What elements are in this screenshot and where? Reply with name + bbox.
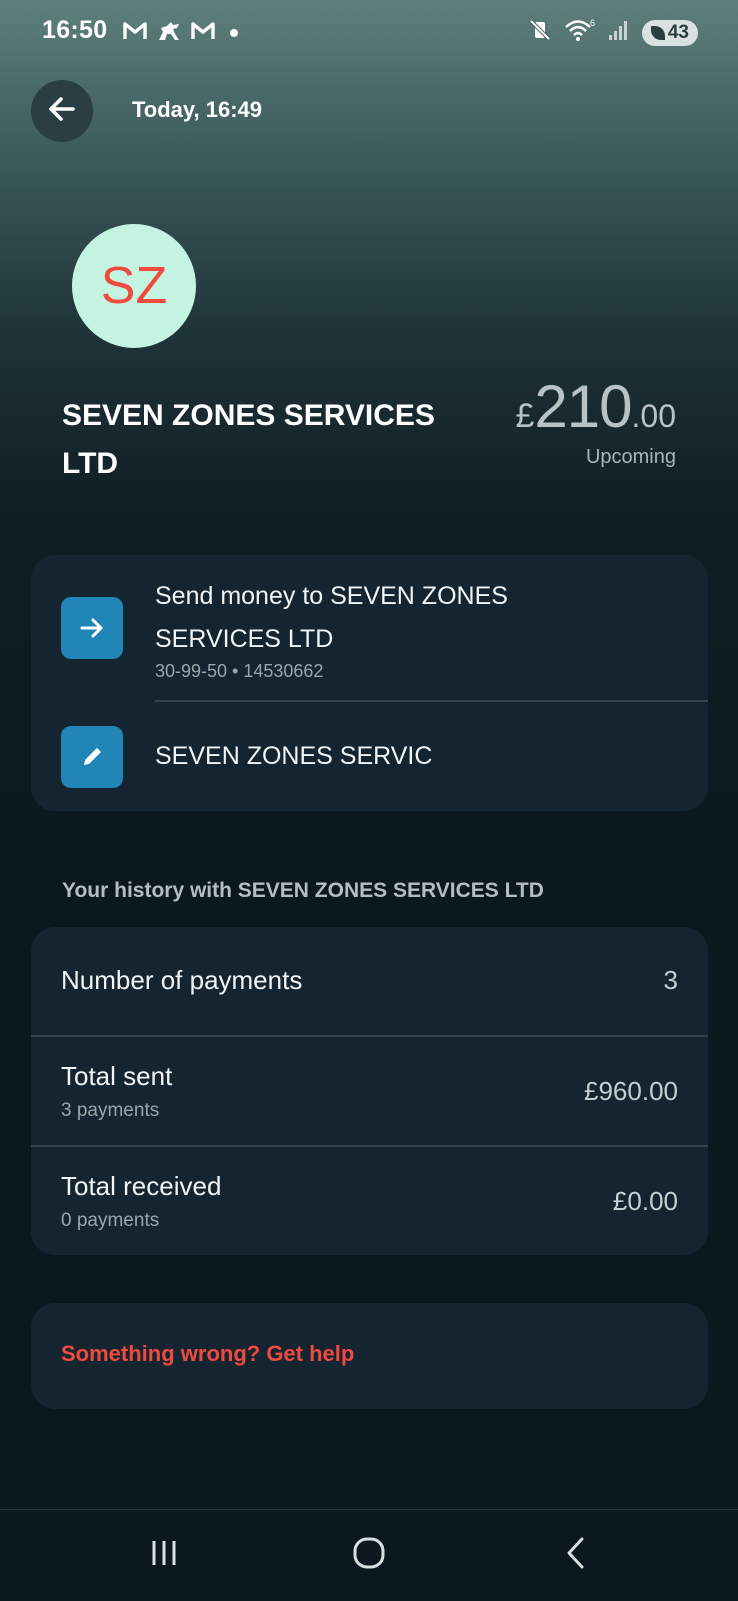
history-card: Number of payments 3 Total sent 3 paymen… xyxy=(31,927,708,1255)
history-row-sub: 3 payments xyxy=(61,1100,160,1121)
horse-icon xyxy=(155,20,183,47)
dot-icon xyxy=(229,25,239,43)
history-row-sub: 0 payments xyxy=(61,1210,160,1231)
nav-back-button[interactable] xyxy=(537,1530,617,1580)
wifi-6-icon: 6 xyxy=(564,18,596,47)
battery-level: 43 xyxy=(667,21,689,43)
divider xyxy=(31,1035,708,1037)
signal-icon xyxy=(608,19,630,46)
history-row-value: £960.00 xyxy=(584,1076,678,1106)
help-card: Something wrong? Get help xyxy=(31,1303,708,1409)
history-heading: Your history with SEVEN ZONES SERVICES L… xyxy=(62,879,544,902)
home-icon xyxy=(352,1536,386,1575)
send-money-label: Send money to SEVEN ZONES SERVICES LTD xyxy=(155,582,508,653)
home-button[interactable] xyxy=(329,1530,409,1580)
amount-currency: £ xyxy=(515,397,535,435)
pencil-icon xyxy=(61,726,123,788)
history-row-value: £0.00 xyxy=(612,1186,678,1216)
amount-minor: .00 xyxy=(631,398,676,434)
amount-major: 210 xyxy=(534,373,632,440)
history-row-label: Number of payments xyxy=(61,965,303,995)
recent-apps-icon xyxy=(147,1538,181,1573)
history-row-value: 3 xyxy=(663,965,678,995)
system-nav-bar xyxy=(0,1509,738,1601)
transaction-timestamp: Today, 16:49 xyxy=(132,97,263,122)
status-right-icons: 6 43 xyxy=(528,18,698,47)
divider xyxy=(31,1145,708,1147)
gmail-m-icon xyxy=(123,21,147,46)
back-button[interactable] xyxy=(31,80,93,142)
battery-saver-icon xyxy=(650,25,665,40)
history-row-label: Total received xyxy=(61,1171,222,1201)
divider xyxy=(155,700,708,702)
gmail-m-icon xyxy=(191,21,215,46)
get-help-link[interactable]: Something wrong? Get help xyxy=(61,1341,354,1367)
battery-indicator: 43 xyxy=(641,19,698,46)
arrow-left-icon xyxy=(45,92,79,131)
account-details: 30-99-50 • 14530662 xyxy=(155,661,324,681)
merchant-name: SEVEN ZONES SERVICES LTD xyxy=(62,399,435,480)
mute-vibrate-icon xyxy=(528,18,552,47)
history-row-label: Total sent xyxy=(61,1061,173,1091)
transaction-status: Upcoming xyxy=(585,446,676,468)
svg-text:6: 6 xyxy=(590,18,595,28)
actions-card: Send money to SEVEN ZONES SERVICES LTD 3… xyxy=(31,555,708,811)
arrow-right-icon xyxy=(61,597,123,659)
recent-apps-button[interactable] xyxy=(124,1530,204,1580)
status-left-icons xyxy=(123,20,239,47)
status-time: 16:50 xyxy=(42,16,108,44)
edit-reference-label: SEVEN ZONES SERVIC xyxy=(155,742,433,770)
merchant-avatar: SZ xyxy=(72,224,196,348)
transaction-amount: £210.00 xyxy=(515,372,676,441)
back-icon xyxy=(562,1536,592,1575)
